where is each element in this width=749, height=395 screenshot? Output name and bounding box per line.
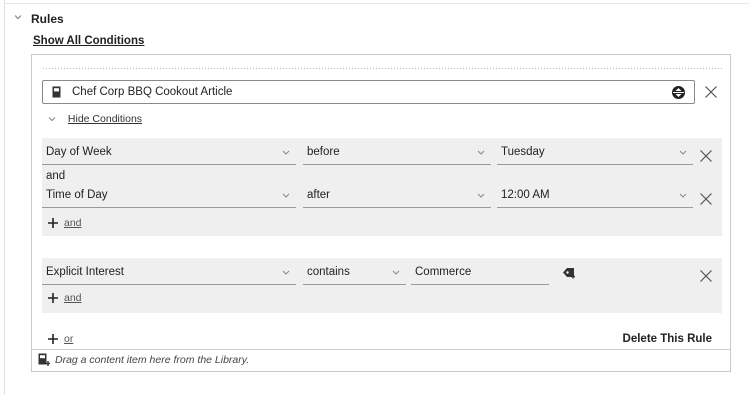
add-and-label: and: [64, 217, 82, 229]
personalize-globe-icon[interactable]: [671, 85, 686, 100]
condition-operator-select[interactable]: before: [303, 141, 491, 165]
condition-value: Commerce: [415, 266, 472, 278]
tag-add-icon[interactable]: [562, 266, 577, 279]
chevron-down-icon[interactable]: [13, 12, 23, 22]
condition-field-select[interactable]: Time of Day: [42, 184, 296, 208]
chevron-down-icon: [282, 270, 290, 275]
chevron-down-icon: [282, 150, 290, 155]
chevron-down-icon: [679, 150, 687, 155]
chevron-down-icon: [679, 193, 687, 198]
condition-group: Day of Week before Tuesday and Time of D…: [42, 138, 722, 236]
condition-value-input[interactable]: Commerce: [411, 261, 549, 285]
chevron-down-icon: [48, 117, 56, 122]
condition-conjunction: and: [46, 170, 66, 182]
condition-operator-value: contains: [307, 266, 350, 278]
condition-field-select[interactable]: Day of Week: [42, 141, 296, 165]
drag-hint-text: Drag a content item here from the Librar…: [55, 354, 250, 366]
condition-value-select[interactable]: Tuesday: [497, 141, 693, 165]
content-item-field[interactable]: Chef Corp BBQ Cookout Article: [42, 80, 695, 104]
condition-field-select[interactable]: Explicit Interest: [42, 261, 296, 285]
condition-field-value: Day of Week: [46, 146, 112, 158]
chevron-down-icon: [392, 270, 400, 275]
condition-value: 12:00 AM: [501, 189, 550, 201]
top-border: [4, 3, 749, 4]
condition-field-value: Explicit Interest: [46, 266, 124, 278]
delete-rule-button[interactable]: Delete This Rule: [623, 333, 712, 345]
add-or-label: or: [64, 333, 74, 345]
condition-operator-select[interactable]: contains: [303, 261, 406, 285]
chevron-down-icon: [477, 150, 485, 155]
plus-icon: [48, 218, 58, 228]
condition-operator-select[interactable]: after: [303, 184, 491, 208]
remove-condition-close-icon[interactable]: [699, 192, 713, 206]
drag-document-icon: [38, 353, 50, 366]
condition-group: Explicit Interest contains Commerce and: [42, 258, 722, 313]
add-and-label: and: [64, 292, 82, 304]
remove-item-close-icon[interactable]: [704, 85, 718, 99]
condition-value: Tuesday: [501, 146, 545, 158]
rule-box: Chef Corp BBQ Cookout Article Hide Condi…: [31, 54, 731, 372]
plus-icon: [48, 293, 58, 303]
document-icon: [52, 86, 61, 98]
condition-value-select[interactable]: 12:00 AM: [497, 184, 693, 208]
chevron-down-icon: [282, 193, 290, 198]
rule-inner: Chef Corp BBQ Cookout Article Hide Condi…: [42, 67, 722, 350]
plus-icon: [48, 334, 58, 344]
section-title: Rules: [31, 12, 64, 26]
hide-conditions-toggle[interactable]: Hide Conditions: [48, 113, 142, 125]
show-all-conditions-link[interactable]: Show All Conditions: [33, 35, 144, 47]
chevron-down-icon: [477, 193, 485, 198]
left-border: [4, 0, 5, 395]
condition-operator-value: before: [307, 146, 340, 158]
footer-divider: [32, 349, 730, 350]
content-item-title: Chef Corp BBQ Cookout Article: [72, 86, 233, 98]
hide-conditions-link[interactable]: Hide Conditions: [68, 113, 142, 125]
remove-condition-close-icon[interactable]: [699, 149, 713, 163]
remove-condition-close-icon[interactable]: [699, 269, 713, 283]
drag-handle[interactable]: [42, 67, 722, 71]
condition-field-value: Time of Day: [46, 189, 108, 201]
condition-operator-value: after: [307, 189, 331, 201]
